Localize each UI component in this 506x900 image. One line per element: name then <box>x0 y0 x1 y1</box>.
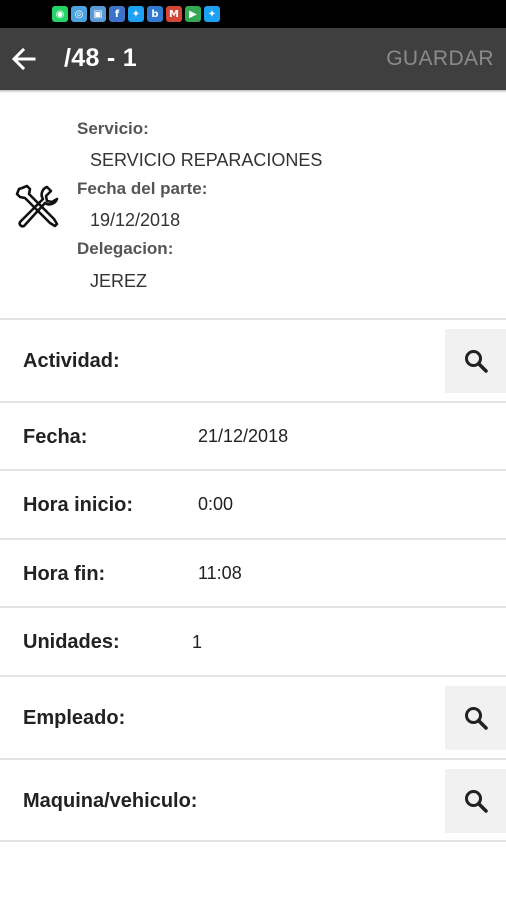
divider <box>0 840 506 842</box>
divider <box>0 758 506 760</box>
page-title: /48 - 1 <box>64 44 137 72</box>
hora-fin-field[interactable]: 11:08 <box>198 563 242 584</box>
arrow-back-icon <box>11 47 36 71</box>
maquina-label: Maquina/vehiculo: <box>23 790 198 812</box>
servicio-value: SERVICIO REPARACIONES <box>90 150 323 170</box>
search-icon <box>464 790 488 813</box>
back-button[interactable] <box>8 43 40 75</box>
twitter-icon: ✦ <box>128 6 144 22</box>
hora-inicio-field[interactable]: 0:00 <box>198 494 233 515</box>
tools-icon <box>15 184 59 228</box>
fecha-field[interactable]: 21/12/2018 <box>198 426 288 447</box>
actividad-label: Actividad: <box>23 350 120 372</box>
divider <box>0 606 506 608</box>
empleado-label: Empleado: <box>23 707 126 729</box>
gallery-icon: ▣ <box>90 6 106 22</box>
appbar-shadow <box>0 90 506 93</box>
divider <box>0 469 506 471</box>
facebook-icon: f <box>109 6 125 22</box>
twitter-icon-2: ✦ <box>204 6 220 22</box>
servicio-label: Servicio: <box>77 119 149 138</box>
divider <box>0 401 506 403</box>
maquina-search-button[interactable] <box>445 769 506 833</box>
app-bar: /48 - 1 GUARDAR <box>0 28 506 90</box>
notification-icons: ◉ ◎ ▣ f ✦ b M ▶ ✦ <box>52 6 220 22</box>
fecha-parte-value: 19/12/2018 <box>90 210 181 230</box>
unidades-field[interactable]: 1 <box>192 632 202 653</box>
gmail-icon: M <box>166 6 182 22</box>
hora-fin-label: Hora fin: <box>23 563 106 585</box>
delegacion-value: JEREZ <box>90 271 148 291</box>
fecha-label: Fecha: <box>23 426 88 448</box>
divider <box>0 318 506 320</box>
search-icon <box>464 350 488 373</box>
play-store-icon: ▶ <box>185 6 201 22</box>
unidades-label: Unidades: <box>23 631 120 653</box>
fecha-parte-label: Fecha del parte: <box>77 179 208 198</box>
divider <box>0 675 506 677</box>
empleado-search-button[interactable] <box>445 686 506 750</box>
actividad-search-button[interactable] <box>445 329 506 393</box>
whatsapp-icon: ◉ <box>52 6 68 22</box>
app-b-icon: b <box>147 6 163 22</box>
search-icon <box>464 707 488 730</box>
save-button[interactable]: GUARDAR <box>386 47 494 71</box>
hora-inicio-label: Hora inicio: <box>23 494 134 516</box>
divider <box>0 538 506 540</box>
status-bar: ◉ ◎ ▣ f ✦ b M ▶ ✦ <box>0 0 506 28</box>
camera-icon: ◎ <box>71 6 87 22</box>
delegacion-label: Delegacion: <box>77 239 174 258</box>
